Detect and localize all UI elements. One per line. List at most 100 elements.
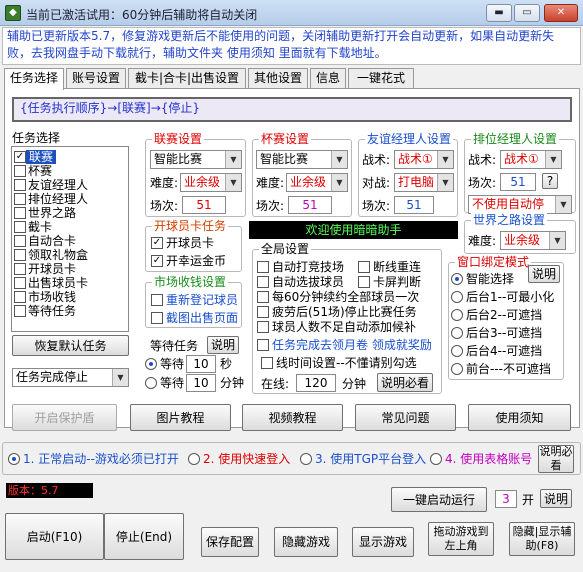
bind-radio[interactable] <box>451 273 463 285</box>
bind-option[interactable]: 智能选择 <box>466 271 514 287</box>
task-checkbox[interactable] <box>14 277 26 289</box>
task-checkbox[interactable] <box>14 221 26 233</box>
task-checkbox[interactable] <box>14 179 26 191</box>
list-item[interactable]: 开球员卡 <box>28 262 76 276</box>
cup-count-input[interactable]: 51 <box>288 196 332 214</box>
global-option[interactable]: 自动选拔球员 <box>272 274 344 290</box>
mode-option[interactable]: 4. 使用表格账号 <box>445 451 532 467</box>
wait-seconds-radio[interactable] <box>145 358 157 370</box>
bind-radio[interactable] <box>451 345 463 357</box>
league-mode-select[interactable]: 智能比赛 ▼ <box>150 150 242 169</box>
task-list[interactable]: ✓ 联赛 杯赛 友谊经理人 排位经理人 世界之路 截卡 自动合卡 领取礼物盒 开… <box>11 146 129 332</box>
bind-option[interactable]: 后台4--可遮挡 <box>466 343 542 359</box>
task-checkbox-league[interactable]: ✓ <box>14 151 26 163</box>
list-item[interactable]: 截卡 <box>28 220 52 234</box>
task-checkbox[interactable] <box>14 305 26 317</box>
list-item[interactable]: 领取礼物盒 <box>28 248 88 262</box>
bind-help-button[interactable]: 说明 <box>528 265 560 283</box>
global-checkbox[interactable] <box>358 261 370 273</box>
faq-button[interactable]: 常见问题 <box>355 404 456 431</box>
card-checkbox[interactable]: ✓ <box>151 255 163 267</box>
task-checkbox[interactable] <box>14 249 26 261</box>
market-checkbox[interactable] <box>151 294 163 306</box>
tab-info[interactable]: 信息 <box>310 68 346 89</box>
rank-help-button[interactable]: ? <box>542 173 558 189</box>
task-checkbox[interactable] <box>14 291 26 303</box>
bind-radio[interactable] <box>451 291 463 303</box>
cup-mode-select[interactable]: 智能比赛 ▼ <box>256 150 348 169</box>
wait-help-button[interactable]: 说明 <box>207 336 239 354</box>
tab-task-select[interactable]: 任务选择 <box>4 68 64 90</box>
save-config-button[interactable]: 保存配置 <box>201 527 259 557</box>
mode-radio[interactable] <box>8 453 20 465</box>
mode-option[interactable]: 2. 使用快速登入 <box>203 451 290 467</box>
global-option[interactable]: 每60分钟续约全部球员一次 <box>272 289 419 305</box>
task-checkbox[interactable] <box>14 193 26 205</box>
usage-notice-button[interactable]: 使用须知 <box>468 404 571 431</box>
global-checkbox[interactable] <box>358 276 370 288</box>
tab-card-settings[interactable]: 截卡|合卡|出售设置 <box>128 68 246 89</box>
list-item[interactable]: 世界之路 <box>28 206 76 220</box>
task-checkbox[interactable] <box>14 165 26 177</box>
global-option[interactable]: 自动打竞技场 <box>272 259 344 275</box>
bind-option[interactable]: 前台---不可遮挡 <box>466 361 551 377</box>
close-button[interactable]: ✕ <box>544 4 578 22</box>
wait-minutes-radio[interactable] <box>145 377 157 389</box>
market-checkbox[interactable] <box>151 312 163 324</box>
card-option[interactable]: 开幸运金币 <box>166 253 226 269</box>
one-key-count-input[interactable]: 3 <box>495 490 517 508</box>
mode-option[interactable]: 3. 使用TGP平台登入 <box>315 451 426 467</box>
toggle-assistant-button[interactable]: 隐藏|显示辅助(F8) <box>509 522 575 556</box>
list-item[interactable]: 自动合卡 <box>28 234 76 248</box>
bind-option[interactable]: 后台3--可遮挡 <box>466 325 542 341</box>
league-diff-select[interactable]: 业余级 ▼ <box>180 173 242 192</box>
market-option[interactable]: 重新登记球员 <box>166 292 238 308</box>
list-item[interactable]: 出售球员卡 <box>28 276 88 290</box>
stop-button[interactable]: 停止(End) <box>104 513 184 560</box>
list-item[interactable]: 排位经理人 <box>28 192 88 206</box>
video-tutorial-button[interactable]: 视频教程 <box>242 404 343 431</box>
task-checkbox[interactable] <box>14 235 26 247</box>
claim-option[interactable]: 任务完成去领月卷 领成就奖励 <box>272 337 432 353</box>
market-option[interactable]: 截图出售页面 <box>166 310 238 326</box>
card-checkbox[interactable]: ✓ <box>151 237 163 249</box>
list-item[interactable]: 联赛 <box>26 150 57 164</box>
global-checkbox[interactable] <box>257 321 269 333</box>
mode-option[interactable]: 1. 正常启动--游戏必须已打开 <box>23 451 179 467</box>
start-button[interactable]: 启动(F10) <box>5 513 104 560</box>
mode-radio[interactable] <box>430 453 442 465</box>
global-checkbox[interactable] <box>257 306 269 318</box>
after-done-select[interactable]: 任务完成停止 ▼ <box>12 368 129 387</box>
league-count-input[interactable]: 51 <box>182 196 226 214</box>
global-checkbox[interactable] <box>257 291 269 303</box>
friend-tactic-select[interactable]: 战术① ▼ <box>394 150 454 169</box>
rank-auto-stop-select[interactable]: 不使用自动停 ▼ <box>468 195 572 214</box>
global-option[interactable]: 球员人数不足自动添加候补 <box>272 319 416 335</box>
maximize-button[interactable]: ▭ <box>514 4 540 22</box>
global-option[interactable]: 卡屏判断 <box>373 274 421 290</box>
wait-seconds-input[interactable]: 10 <box>186 355 216 373</box>
task-checkbox[interactable] <box>14 207 26 219</box>
mode-radio[interactable] <box>188 453 200 465</box>
list-item[interactable]: 杯赛 <box>28 164 52 178</box>
drag-game-topleft-button[interactable]: 拖动游戏到左上角 <box>428 522 494 556</box>
claim-checkbox[interactable] <box>257 339 269 351</box>
tab-other[interactable]: 其他设置 <box>248 68 308 89</box>
online-input[interactable]: 120 <box>296 374 336 392</box>
bind-option[interactable]: 后台1--可最小化 <box>466 289 554 305</box>
bind-radio[interactable] <box>451 309 463 321</box>
hide-game-button[interactable]: 隐藏游戏 <box>274 527 338 557</box>
friend-vs-select[interactable]: 打电脑 ▼ <box>394 173 454 192</box>
world-diff-select[interactable]: 业余级 ▼ <box>500 231 566 250</box>
tab-one-key[interactable]: 一键花式 <box>348 68 414 89</box>
one-key-help-button[interactable]: 说明 <box>540 489 572 508</box>
rank-count-input[interactable]: 51 <box>500 173 536 191</box>
restore-default-button[interactable]: 恢复默认任务 <box>12 335 129 356</box>
tab-account[interactable]: 账号设置 <box>66 68 126 89</box>
global-option[interactable]: 疲劳后(51场)停止比赛任务 <box>272 304 417 320</box>
mode-help-button[interactable]: 说明必看 <box>538 445 574 473</box>
list-item[interactable]: 等待任务 <box>28 304 76 318</box>
cup-diff-select[interactable]: 业余级 ▼ <box>286 173 348 192</box>
global-help-button[interactable]: 说明必看 <box>377 373 433 392</box>
list-item[interactable]: 市场收钱 <box>28 290 76 304</box>
